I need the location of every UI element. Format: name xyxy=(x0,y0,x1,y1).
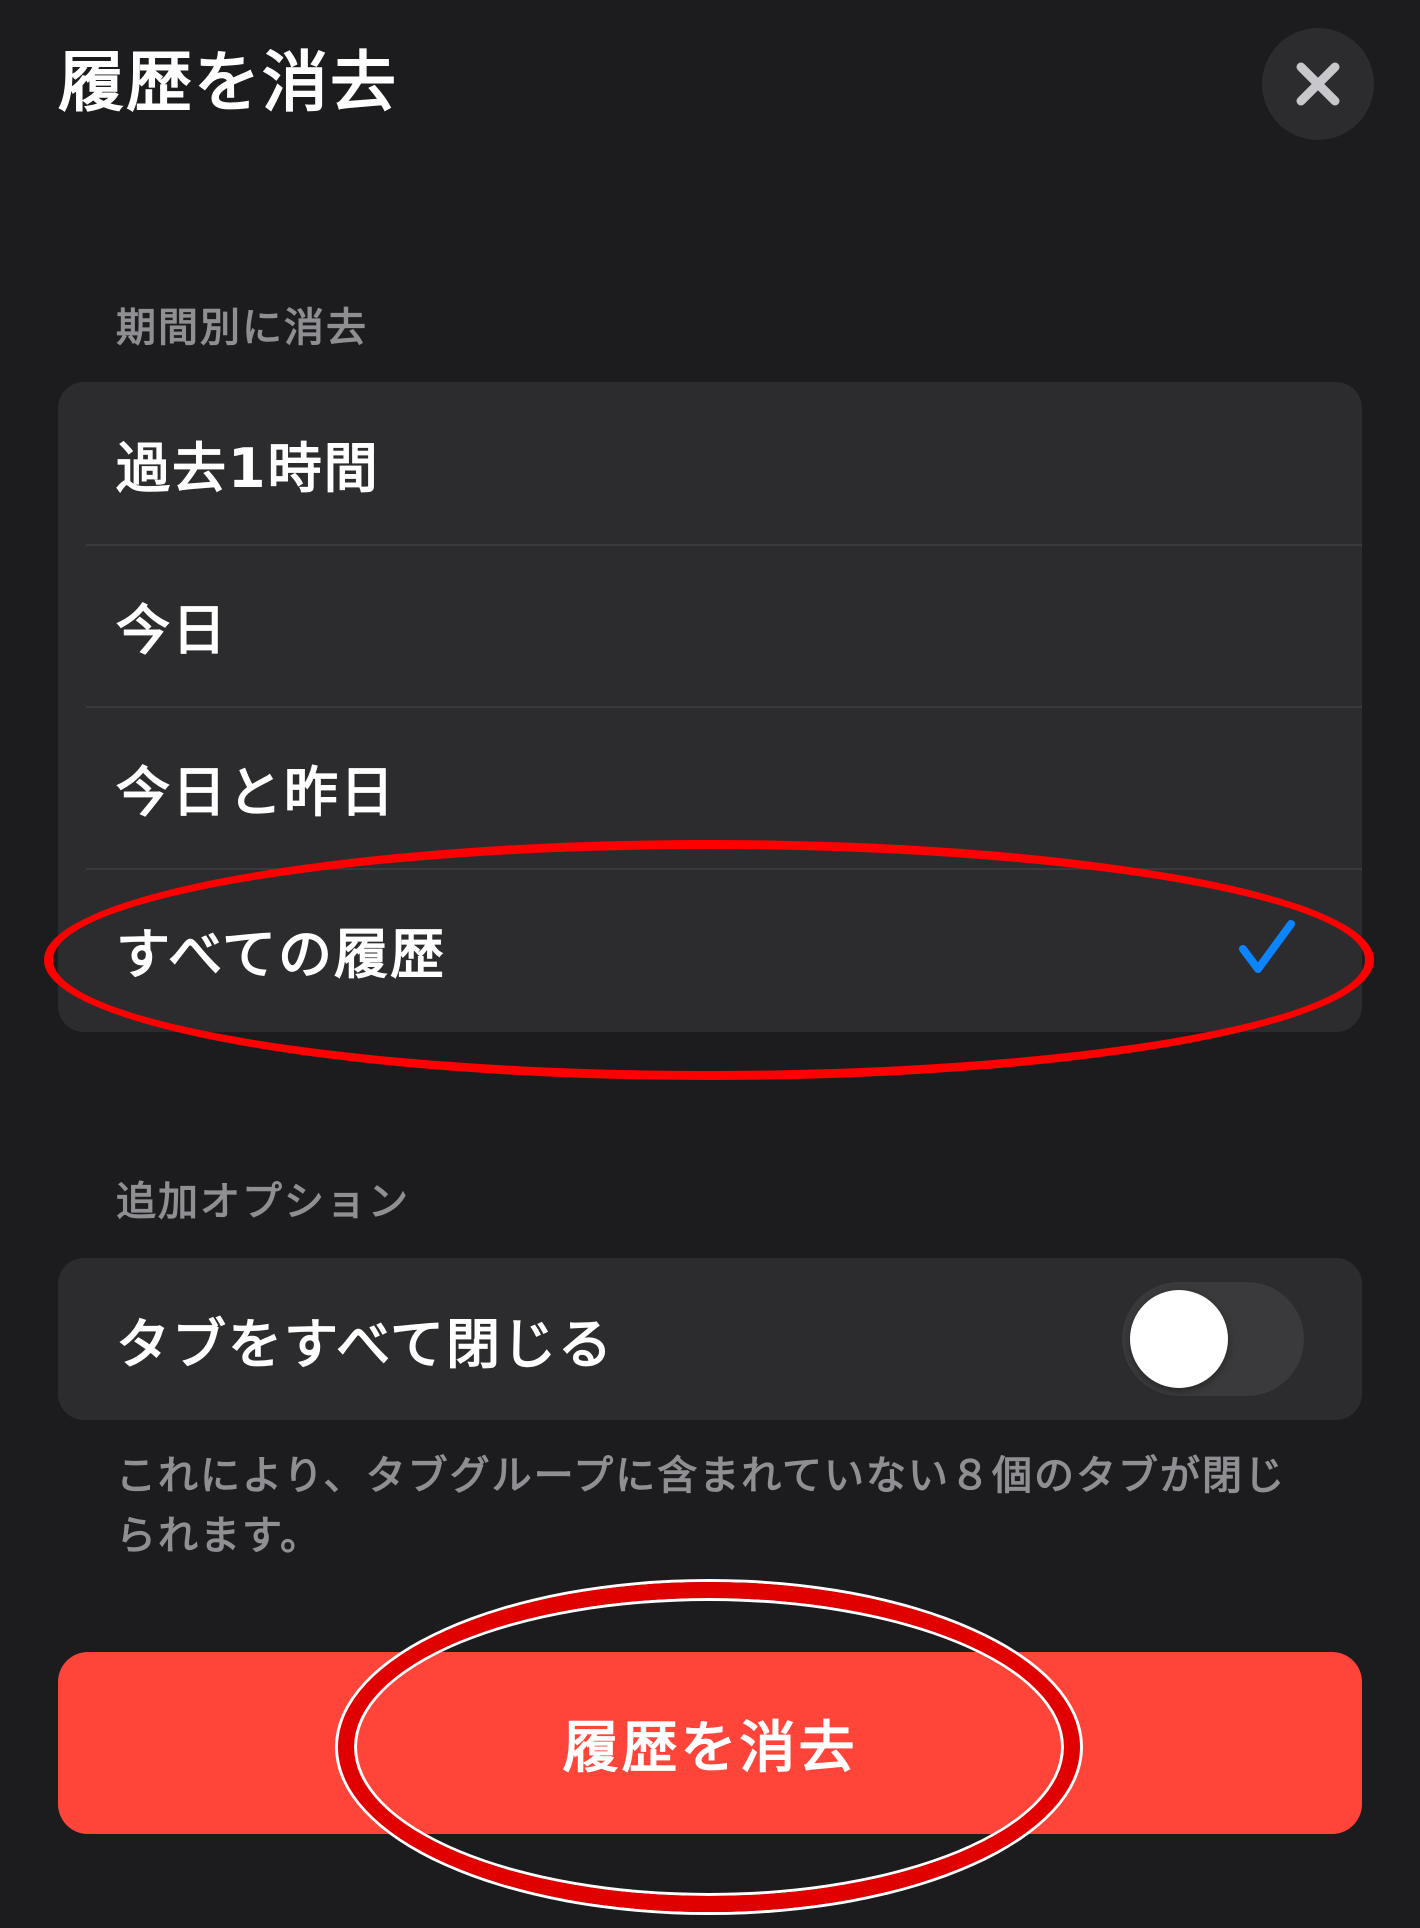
checkmark-icon xyxy=(1238,919,1296,979)
close-button[interactable] xyxy=(1262,28,1374,140)
additional-options-list: タブをすべて閉じる xyxy=(58,1258,1362,1420)
close-tabs-toggle[interactable] xyxy=(1122,1282,1304,1396)
close-tabs-row: タブをすべて閉じる xyxy=(58,1258,1362,1420)
period-option-label: すべての履歴 xyxy=(116,922,447,986)
clear-history-button-label: 履歴を消去 xyxy=(562,1715,858,1781)
period-option-last-hour[interactable]: 過去1時間 xyxy=(58,382,1362,544)
clear-history-button[interactable]: 履歴を消去 xyxy=(58,1652,1362,1834)
period-option-label: 今日 xyxy=(116,598,228,662)
period-section-header: 期間別に消去 xyxy=(116,305,368,351)
options-section-header: 追加オプション xyxy=(116,1179,410,1225)
sheet-title: 履歴を消去 xyxy=(58,44,398,121)
period-options-list: 過去1時間 今日 今日と昨日 すべての履歴 xyxy=(58,382,1362,1032)
toggle-knob xyxy=(1130,1290,1228,1388)
close-tabs-label: タブをすべて閉じる xyxy=(116,1312,615,1376)
period-option-all-history[interactable]: すべての履歴 xyxy=(58,868,1362,1030)
clear-history-sheet: 履歴を消去 期間別に消去 過去1時間 今日 今日と昨日 すべての履歴 追加オプシ… xyxy=(0,0,1420,1928)
period-option-label: 過去1時間 xyxy=(116,436,380,500)
period-option-label: 今日と昨日 xyxy=(116,760,396,824)
period-option-today-and-yesterday[interactable]: 今日と昨日 xyxy=(58,706,1362,868)
close-icon xyxy=(1296,62,1340,106)
period-option-today[interactable]: 今日 xyxy=(58,544,1362,706)
close-tabs-footnote: これにより、タブグループに含まれていない８個のタブが閉じられます。 xyxy=(116,1453,1286,1559)
